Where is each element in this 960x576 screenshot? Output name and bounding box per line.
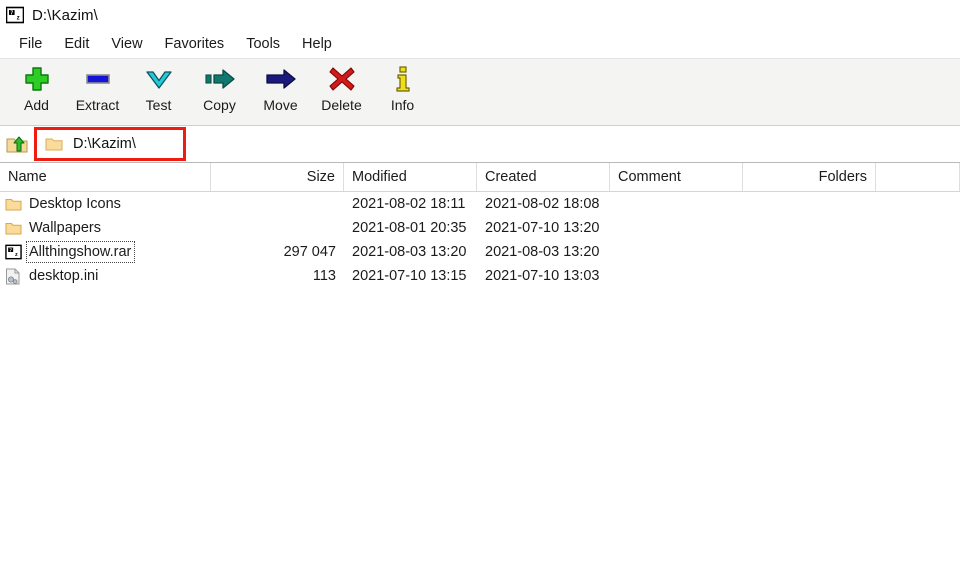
- menu-item-view[interactable]: View: [100, 34, 153, 54]
- menu-bar: File Edit View Favorites Tools Help: [0, 30, 960, 59]
- info-label: Info: [390, 97, 415, 113]
- cell-comment: [610, 216, 743, 240]
- file-name: Allthingshow.rar: [25, 241, 136, 263]
- info-button[interactable]: Info: [372, 59, 433, 121]
- svg-text:z: z: [17, 15, 20, 22]
- table-row[interactable]: 7 z Allthingshow.rar 297 047 2021-08-03 …: [0, 240, 960, 264]
- delete-button[interactable]: Delete: [311, 59, 372, 121]
- move-arrow-icon: [264, 63, 298, 95]
- cell-folders: [743, 264, 876, 288]
- cell-name[interactable]: Wallpapers: [0, 216, 211, 240]
- svg-text:7: 7: [9, 248, 12, 254]
- cell-name[interactable]: desktop.ini: [0, 264, 211, 288]
- chevron-down-icon: [142, 63, 176, 95]
- cell-size: 113: [312, 268, 336, 284]
- minus-bar-icon: [81, 63, 115, 95]
- plus-icon: [20, 63, 54, 95]
- folder-up-icon[interactable]: [3, 130, 31, 158]
- cell-created: 2021-07-10 13:20: [485, 220, 600, 236]
- table-row[interactable]: Wallpapers 2021-08-01 20:35 2021-07-10 1…: [0, 216, 960, 240]
- ini-file-icon: [4, 267, 22, 285]
- test-label: Test: [145, 97, 172, 113]
- red-x-icon: [325, 63, 359, 95]
- cell-modified: 2021-08-02 18:11: [352, 196, 466, 212]
- column-header-extra[interactable]: [876, 163, 960, 191]
- svg-text:z: z: [14, 252, 17, 258]
- delete-label: Delete: [321, 97, 362, 113]
- info-i-icon: [386, 63, 420, 95]
- column-header-name[interactable]: Name: [0, 163, 211, 191]
- file-list: Desktop Icons 2021-08-02 18:11 2021-08-0…: [0, 192, 960, 288]
- menu-item-help[interactable]: Help: [291, 34, 343, 54]
- svg-text:7: 7: [10, 11, 13, 17]
- toolbar: Add Extract Test Copy Move Delete Info: [0, 59, 960, 126]
- cell-created: 2021-07-10 13:03: [485, 268, 600, 284]
- cell-name[interactable]: 7 z Allthingshow.rar: [0, 240, 211, 264]
- test-button[interactable]: Test: [128, 59, 189, 121]
- copy-arrow-icon: [203, 63, 237, 95]
- file-name: desktop.ini: [29, 268, 99, 284]
- cell-comment: [610, 264, 743, 288]
- column-header-created[interactable]: Created: [477, 163, 610, 191]
- folder-icon: [4, 219, 22, 237]
- cell-name[interactable]: Desktop Icons: [0, 192, 211, 216]
- move-label: Move: [263, 97, 298, 113]
- column-header-comment[interactable]: Comment: [610, 163, 743, 191]
- column-header-modified[interactable]: Modified: [344, 163, 477, 191]
- title-bar: 7 z D:\Kazim\: [0, 0, 960, 30]
- copy-button[interactable]: Copy: [189, 59, 250, 121]
- cell-size: 297 047: [283, 244, 336, 260]
- address-bar: D:\Kazim\: [0, 126, 960, 163]
- cell-folders: [743, 240, 876, 264]
- add-button[interactable]: Add: [6, 59, 67, 121]
- cell-folders: [743, 216, 876, 240]
- cell-comment: [610, 240, 743, 264]
- file-name: Desktop Icons: [29, 196, 121, 212]
- table-row[interactable]: Desktop Icons 2021-08-02 18:11 2021-08-0…: [0, 192, 960, 216]
- cell-comment: [610, 192, 743, 216]
- extract-button[interactable]: Extract: [67, 59, 128, 121]
- menu-item-file[interactable]: File: [8, 34, 53, 54]
- copy-label: Copy: [203, 97, 236, 113]
- cell-modified: 2021-07-10 13:15: [352, 268, 467, 284]
- path-combobox[interactable]: D:\Kazim\: [37, 130, 958, 158]
- folder-icon: [4, 195, 22, 213]
- column-header-row: Name Size Modified Created Comment Folde…: [0, 163, 960, 192]
- menu-item-edit[interactable]: Edit: [53, 34, 100, 54]
- menu-item-favorites[interactable]: Favorites: [154, 34, 236, 54]
- move-button[interactable]: Move: [250, 59, 311, 121]
- cell-size: [211, 216, 344, 240]
- window-title: D:\Kazim\: [32, 6, 98, 24]
- cell-folders: [743, 192, 876, 216]
- cell-modified: 2021-08-01 20:35: [352, 220, 467, 236]
- cell-modified: 2021-08-03 13:20: [352, 244, 467, 260]
- column-header-size[interactable]: Size: [211, 163, 344, 191]
- table-row[interactable]: desktop.ini 113 2021-07-10 13:15 2021-07…: [0, 264, 960, 288]
- cell-size: [211, 192, 344, 216]
- folder-icon: [45, 136, 63, 152]
- sevenzip-icon: 7 z: [4, 243, 22, 261]
- cell-created: 2021-08-03 13:20: [485, 244, 600, 260]
- path-text: D:\Kazim\: [73, 136, 136, 152]
- column-header-folders[interactable]: Folders: [743, 163, 876, 191]
- sevenzip-icon: 7 z: [6, 6, 24, 24]
- cell-created: 2021-08-02 18:08: [485, 196, 600, 212]
- menu-item-tools[interactable]: Tools: [235, 34, 291, 54]
- file-name: Wallpapers: [29, 220, 101, 236]
- add-label: Add: [24, 97, 49, 113]
- extract-label: Extract: [75, 97, 120, 113]
